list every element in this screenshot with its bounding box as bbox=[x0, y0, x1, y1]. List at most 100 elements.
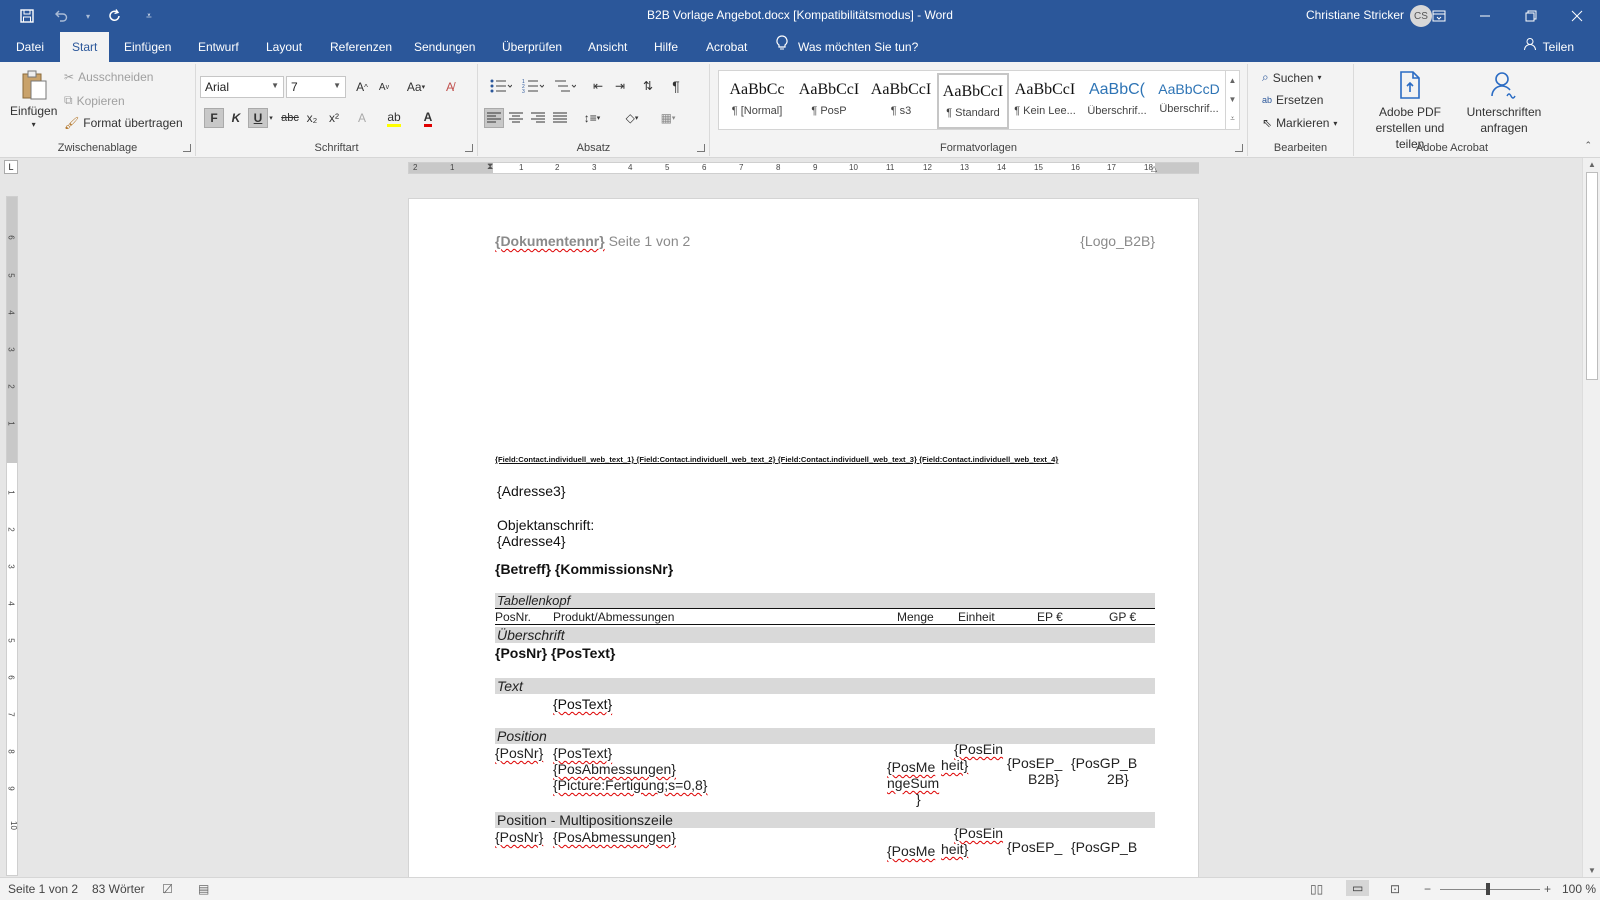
styles-gallery-scroll[interactable]: ▲ ▼ ⩡ bbox=[1225, 71, 1239, 129]
bold-button[interactable]: F bbox=[204, 108, 224, 128]
bullets-icon[interactable] bbox=[486, 76, 516, 96]
tab-start[interactable]: Start bbox=[60, 32, 110, 62]
font-family-select[interactable]: Arial ▼ bbox=[200, 76, 284, 98]
underline-dropdown-icon[interactable]: ▾ bbox=[266, 108, 276, 128]
italic-button[interactable]: K bbox=[226, 108, 246, 128]
tab-einfuegen[interactable]: Einfügen bbox=[120, 32, 175, 62]
clipboard-launcher-icon[interactable] bbox=[183, 144, 191, 152]
align-right-icon[interactable] bbox=[528, 108, 548, 128]
zoom-out-icon[interactable]: − bbox=[1424, 882, 1431, 896]
select-button[interactable]: ⇖ Markieren ▾ bbox=[1262, 116, 1337, 130]
tab-entwurf[interactable]: Entwurf bbox=[194, 32, 243, 62]
zoom-slider-thumb[interactable] bbox=[1486, 883, 1490, 895]
scrollbar-thumb[interactable] bbox=[1586, 172, 1598, 380]
tab-layout[interactable]: Layout bbox=[262, 32, 306, 62]
format-painter-button[interactable]: 🖌 Format übertragen bbox=[64, 116, 183, 130]
scroll-down-icon[interactable]: ▼ bbox=[1583, 866, 1600, 875]
print-layout-icon[interactable]: ▭ bbox=[1346, 880, 1370, 896]
tab-selector[interactable]: L bbox=[4, 160, 18, 174]
zoom-in-icon[interactable]: + bbox=[1544, 882, 1551, 896]
multilevel-list-icon[interactable] bbox=[550, 76, 580, 96]
word-count[interactable]: 83 Wörter bbox=[92, 882, 145, 896]
scroll-up-icon[interactable]: ▲ bbox=[1583, 160, 1600, 169]
decrease-indent-icon[interactable]: ⇤ bbox=[588, 76, 608, 96]
replace-button[interactable]: ab Ersetzen bbox=[1262, 93, 1323, 107]
sort-icon[interactable]: ⇅ bbox=[638, 76, 658, 96]
share-button[interactable]: Teilen bbox=[1523, 32, 1574, 62]
vertical-scrollbar[interactable]: ▲ ▼ bbox=[1582, 158, 1600, 877]
indent-marker-icon[interactable]: ⧗ bbox=[487, 161, 493, 172]
chevron-up-icon[interactable]: ▲ bbox=[1229, 76, 1237, 85]
ribbon-display-options-icon[interactable] bbox=[1416, 0, 1462, 32]
style-s3[interactable]: AaBbCcI ¶ s3 bbox=[865, 73, 937, 129]
more-styles-icon[interactable]: ⩡ bbox=[1230, 114, 1235, 124]
tab-sendungen[interactable]: Sendungen bbox=[410, 32, 479, 62]
tell-me-box[interactable]: Was möchten Sie tun? bbox=[776, 32, 918, 62]
grow-font-icon[interactable]: A ^ bbox=[352, 77, 372, 97]
borders-icon[interactable]: ▦ ▾ bbox=[654, 108, 682, 128]
increase-indent-icon[interactable]: ⇥ bbox=[610, 76, 630, 96]
user-name[interactable]: Christiane Stricker bbox=[1306, 8, 1404, 22]
tab-acrobat[interactable]: Acrobat bbox=[702, 32, 751, 62]
highlight-icon[interactable]: ab bbox=[384, 108, 404, 128]
copy-button[interactable]: ⧉ Kopieren bbox=[64, 93, 125, 108]
zoom-level[interactable]: 100 % bbox=[1562, 882, 1596, 896]
strikethrough-button[interactable]: abc bbox=[278, 108, 302, 128]
right-indent-marker-icon[interactable]: △ bbox=[1151, 164, 1157, 173]
collapse-ribbon-icon[interactable]: ⌃ bbox=[1584, 140, 1592, 151]
find-button[interactable]: ⌕ Suchen ▾ bbox=[1262, 70, 1321, 85]
superscript-button[interactable]: x² bbox=[324, 108, 344, 128]
align-center-icon[interactable] bbox=[506, 108, 526, 128]
zoom-slider[interactable] bbox=[1440, 889, 1540, 890]
tab-datei[interactable]: Datei bbox=[12, 32, 48, 62]
style-normal[interactable]: AaBbCc ¶ [Normal] bbox=[721, 73, 793, 129]
restore-icon[interactable] bbox=[1508, 0, 1554, 32]
ruler-number: 1 bbox=[6, 421, 16, 426]
font-launcher-icon[interactable] bbox=[465, 144, 473, 152]
shading-icon[interactable]: ◇ ▾ bbox=[618, 108, 646, 128]
subscript-button[interactable]: x₂ bbox=[302, 108, 322, 128]
underline-button[interactable]: U bbox=[248, 108, 268, 128]
request-signatures-button[interactable]: Unterschriften anfragen bbox=[1458, 70, 1550, 136]
create-pdf-button[interactable]: Adobe PDF erstellen und teilen bbox=[1362, 70, 1458, 152]
align-left-icon[interactable] bbox=[484, 108, 504, 128]
multi-ep-1: {PosEP_ bbox=[1007, 839, 1063, 855]
tab-ueberpruefen[interactable]: Überprüfen bbox=[498, 32, 566, 62]
paste-dropdown-icon[interactable]: ▾ bbox=[32, 120, 36, 129]
chevron-down-icon[interactable]: ▼ bbox=[1229, 95, 1237, 104]
minimize-icon[interactable] bbox=[1462, 0, 1508, 32]
tab-referenzen[interactable]: Referenzen bbox=[326, 32, 396, 62]
style-standard[interactable]: AaBbCcI ¶ Standard bbox=[937, 73, 1009, 129]
close-icon[interactable] bbox=[1554, 0, 1600, 32]
text-effects-icon[interactable]: A bbox=[352, 108, 372, 128]
macro-record-icon[interactable]: ▤ bbox=[198, 882, 209, 896]
paragraph-launcher-icon[interactable] bbox=[697, 144, 705, 152]
style-posp[interactable]: AaBbCcI ¶ PosP bbox=[793, 73, 865, 129]
page-indicator[interactable]: Seite 1 von 2 bbox=[8, 882, 78, 896]
pos-postext: {PosText} bbox=[553, 745, 613, 761]
shrink-font-icon[interactable]: Av bbox=[374, 77, 394, 97]
clear-formatting-icon[interactable]: A̸ bbox=[440, 77, 460, 97]
numbering-icon[interactable]: 123 bbox=[518, 76, 548, 96]
font-color-icon[interactable]: A bbox=[418, 108, 438, 128]
ruler-number: 4 bbox=[6, 310, 16, 315]
style-kein-leerraum[interactable]: AaBbCcI ¶ Kein Lee... bbox=[1009, 73, 1081, 129]
style-heading-1[interactable]: AaBbC( Überschrif... bbox=[1081, 73, 1153, 129]
vertical-ruler[interactable]: 6 5 4 3 2 1 1 2 3 4 5 6 7 8 9 10 bbox=[6, 196, 18, 876]
tab-ansicht[interactable]: Ansicht bbox=[584, 32, 631, 62]
line-spacing-icon[interactable]: ↕≡ ▾ bbox=[578, 108, 606, 128]
cut-button[interactable]: ✂ Ausschneiden bbox=[64, 70, 153, 84]
horizontal-ruler[interactable]: 2 1 1 2 3 4 5 6 7 8 9 10 11 12 13 14 15 … bbox=[408, 161, 1199, 174]
pilcrow-icon[interactable]: ¶ bbox=[666, 76, 686, 96]
tab-hilfe[interactable]: Hilfe bbox=[650, 32, 682, 62]
style-heading-2[interactable]: AaBbCcD Überschrif... bbox=[1153, 73, 1225, 129]
change-case-button[interactable]: Aa ▾ bbox=[402, 77, 430, 97]
web-layout-icon[interactable]: ⊡ bbox=[1390, 882, 1400, 896]
font-size-select[interactable]: 7 ▼ bbox=[286, 76, 346, 98]
proofing-icon[interactable]: ☐̸ bbox=[162, 882, 173, 896]
paste-button[interactable]: Einfügen ▾ bbox=[10, 70, 57, 129]
justify-icon[interactable] bbox=[550, 108, 570, 128]
document-page[interactable]: {Dokumentennr} Seite 1 von 2 {Logo_B2B} … bbox=[408, 198, 1199, 878]
read-mode-icon[interactable]: ▯▯ bbox=[1310, 882, 1323, 896]
styles-launcher-icon[interactable] bbox=[1235, 144, 1243, 152]
